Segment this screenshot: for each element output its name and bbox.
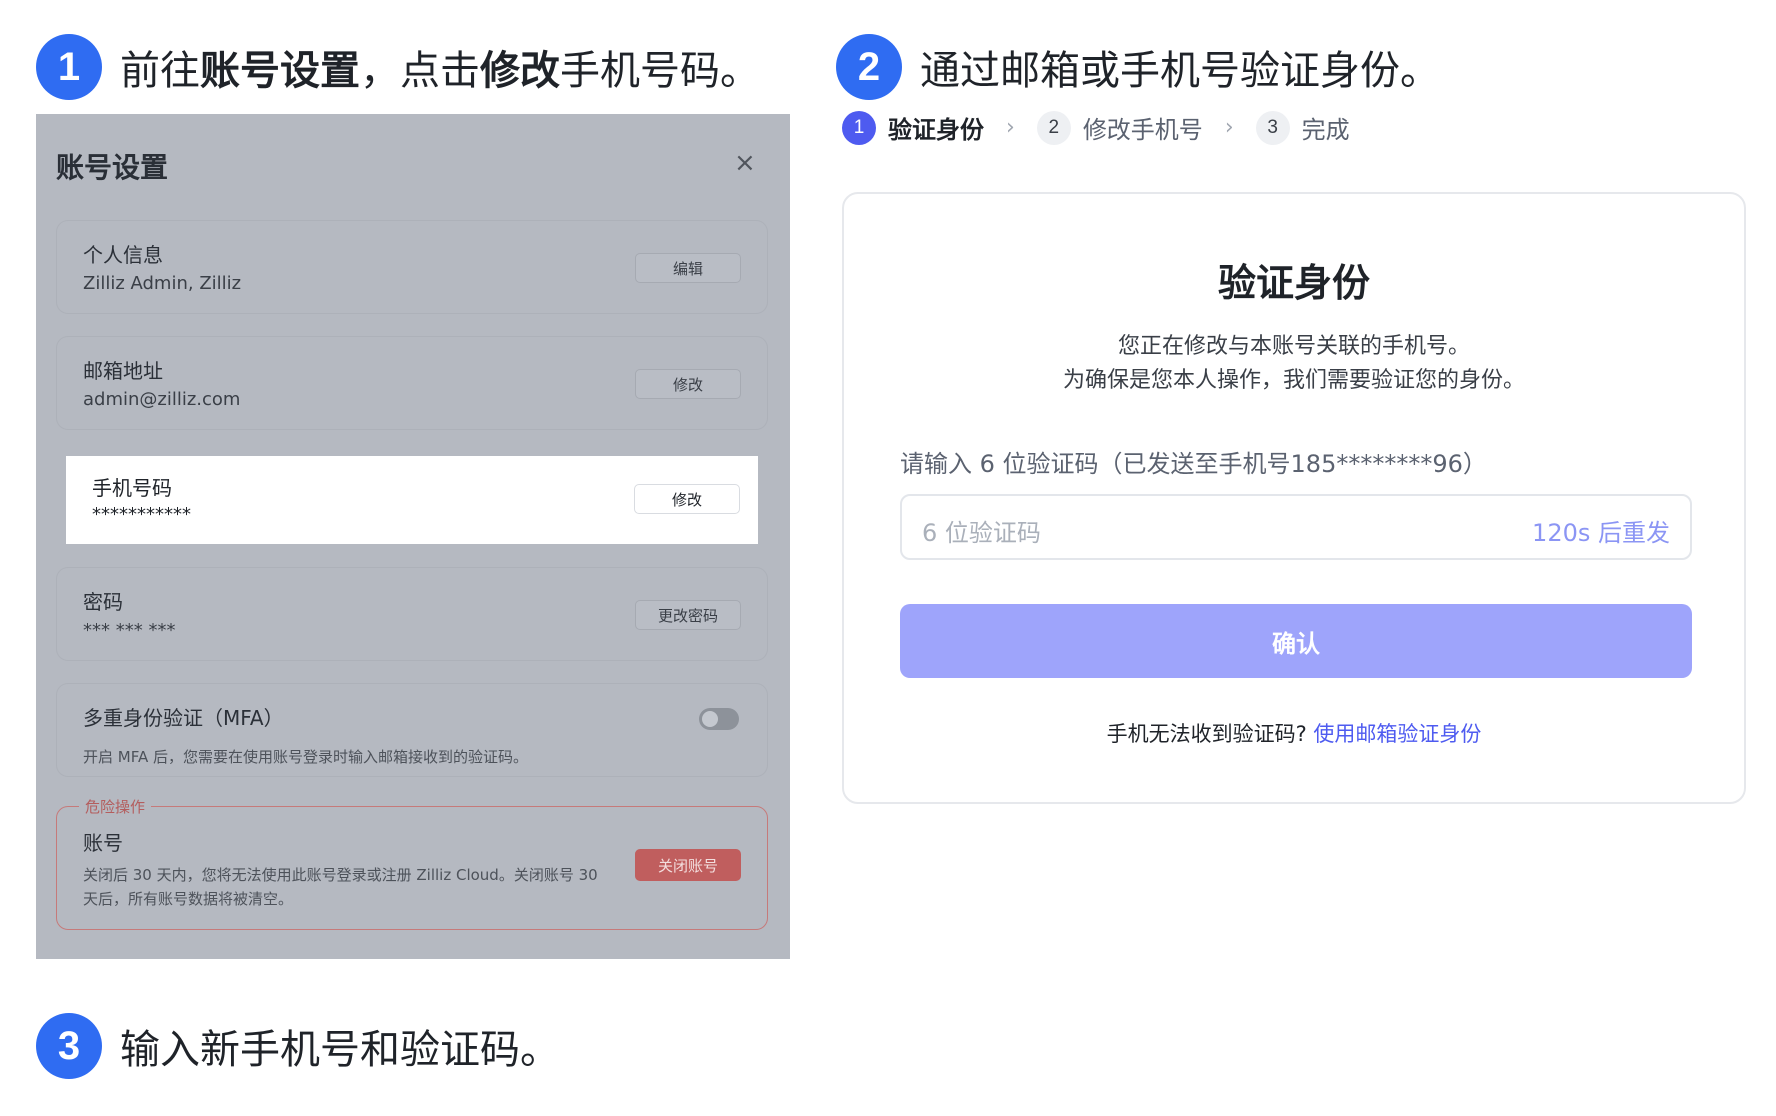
row-mfa: 多重身份验证（MFA） 开启 MFA 后，您需要在使用账号登录时输入邮箱接收到的… (56, 683, 768, 777)
step-2-heading: 2 通过邮箱或手机号验证身份。 (836, 34, 1440, 100)
row-value: Zilliz Admin, Zilliz (83, 273, 242, 294)
modify-email-button[interactable]: 修改 (635, 369, 741, 399)
row-title: 密码 (83, 590, 123, 614)
verify-identity-card: 验证身份 您正在修改与本账号关联的手机号。 为确保是您本人操作，我们需要验证您的… (842, 192, 1746, 804)
subtitle-line-1: 您正在修改与本账号关联的手机号。 (1117, 334, 1470, 359)
step-1-account-settings: 账号设置 (200, 48, 360, 94)
mfa-desc: 开启 MFA 后，您需要在使用账号登录时输入邮箱接收到的验证码。 (83, 748, 528, 766)
step-1-part-c: ，点击 (360, 48, 480, 94)
row-phone: 手机号码 *********** 修改 (66, 456, 758, 544)
mfa-title: 多重身份验证（MFA） (83, 706, 284, 730)
edit-button[interactable]: 编辑 (635, 253, 741, 283)
panel-title: 账号设置 (56, 151, 169, 184)
resend-link[interactable]: 120s 后重发 (1532, 513, 1670, 548)
modify-phone-button[interactable]: 修改 (634, 484, 740, 514)
step-1-part-a: 前往 (120, 48, 200, 94)
verification-code-input[interactable]: 6 位验证码 120s 后重发 (900, 494, 1692, 560)
stepper-label-1: 验证身份 (888, 116, 984, 144)
step-1-part-e: 手机号码。 (560, 48, 760, 94)
step-1-modify: 修改 (480, 48, 560, 94)
step-3-badge: 3 (36, 1013, 102, 1079)
chevron-right-icon: › (1224, 115, 1234, 140)
verification-stepper: 1 验证身份 › 2 修改手机号 › 3 完成 (842, 110, 1350, 145)
help-line: 手机无法收到验证码? 使用邮箱验证身份 (844, 718, 1744, 748)
help-text: 手机无法收到验证码? (1106, 722, 1307, 746)
step-1-heading: 1 前往账号设置，点击修改手机号码。 (36, 34, 760, 100)
card-title: 验证身份 (1217, 261, 1370, 305)
stepper-num-1: 1 (842, 110, 876, 145)
stepper-num-2: 2 (1036, 110, 1071, 145)
close-account-button[interactable]: 关闭账号 (635, 849, 741, 881)
stepper-num-3: 3 (1255, 110, 1290, 145)
row-title: 个人信息 (83, 243, 163, 267)
row-value: *********** (92, 504, 191, 525)
row-personal-info: 个人信息 Zilliz Admin, Zilliz 编辑 (56, 220, 768, 314)
row-title: 邮箱地址 (83, 359, 163, 383)
chevron-right-icon: › (1006, 115, 1015, 140)
stepper-label-3: 完成 (1301, 116, 1350, 144)
change-password-button[interactable]: 更改密码 (635, 600, 741, 630)
account-settings-panel: 账号设置 × 个人信息 Zilliz Admin, Zilliz 编辑 邮箱地址… (36, 114, 790, 959)
row-value: *** *** *** (83, 620, 176, 641)
card-subtitle: 您正在修改与本账号关联的手机号。 为确保是您本人操作，我们需要验证您的身份。 (844, 330, 1744, 398)
code-placeholder: 6 位验证码 (922, 519, 1041, 547)
danger-zone: 危险操作 账号 关闭后 30 天内，您将无法使用此账号登录或注册 Zilliz … (56, 796, 768, 930)
step-1-text: 前往账号设置，点击修改手机号码。 (120, 38, 760, 96)
close-icon[interactable]: × (734, 148, 756, 178)
mfa-toggle[interactable] (699, 708, 739, 730)
row-value: admin@zilliz.com (83, 389, 241, 410)
row-title: 手机号码 (92, 476, 172, 500)
confirm-button[interactable]: 确认 (900, 604, 1692, 678)
step-2-text: 通过邮箱或手机号验证身份。 (920, 48, 1440, 94)
row-email: 邮箱地址 admin@zilliz.com 修改 (56, 336, 768, 430)
step-2-badge: 2 (836, 34, 902, 100)
toggle-knob (702, 711, 718, 727)
use-email-verify-link[interactable]: 使用邮箱验证身份 (1313, 722, 1481, 746)
step-3-heading: 3 输入新手机号和验证码。 (36, 1013, 560, 1079)
subtitle-line-2: 为确保是您本人操作，我们需要验证您的身份。 (1062, 368, 1525, 393)
step-1-badge: 1 (36, 34, 102, 100)
danger-title: 账号 (83, 831, 123, 855)
stepper-label-2: 修改手机号 (1082, 116, 1203, 144)
danger-legend: 危险操作 (79, 796, 152, 817)
danger-desc: 关闭后 30 天内，您将无法使用此账号登录或注册 Zilliz Cloud。关闭… (83, 866, 598, 908)
row-password: 密码 *** *** *** 更改密码 (56, 567, 768, 661)
code-field-label: 请输入 6 位验证码（已发送至手机号185********96） (900, 450, 1487, 478)
step-3-text: 输入新手机号和验证码。 (120, 1027, 560, 1073)
